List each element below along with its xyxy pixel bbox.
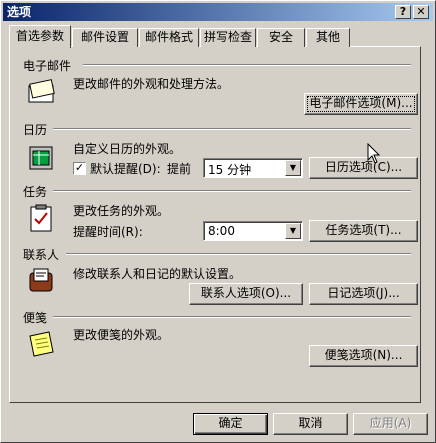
mail-envelope-icon	[28, 79, 55, 103]
contact-options-button[interactable]: 联系人选项(O)...	[189, 283, 303, 305]
calendar-group-title: 日历	[23, 123, 48, 137]
notes-options-button[interactable]: 便笺选项(N)...	[309, 345, 418, 367]
window-title: 选项	[7, 5, 32, 19]
task-options-button[interactable]: 任务选项(T)...	[309, 220, 418, 242]
help-button[interactable]: ?	[395, 5, 411, 19]
email-description: 更改邮件的外观和处理方法。	[73, 77, 230, 91]
notes-group-title: 便笺	[23, 311, 48, 325]
tasks-group-title: 任务	[23, 185, 48, 199]
email-options-button[interactable]: 电子邮件选项(M)...	[304, 93, 418, 115]
ok-button[interactable]: 确定	[193, 413, 268, 435]
ahead-label: 提前	[167, 162, 192, 176]
calendar-options-button[interactable]: 日历选项(C)...	[309, 157, 418, 179]
tasks-separator	[53, 190, 411, 192]
task-time-value: 8:00	[208, 224, 235, 238]
notes-separator	[53, 316, 411, 318]
note-pad-icon	[29, 331, 54, 357]
contacts-group-title: 联系人	[23, 248, 60, 262]
tasks-description: 更改任务的外观。	[73, 204, 170, 218]
reminder-time-value: 15 分钟	[208, 163, 252, 177]
email-group-title: 电子邮件	[23, 59, 72, 73]
task-clipboard-icon	[30, 204, 52, 232]
contacts-separator	[66, 253, 411, 255]
email-separator	[83, 64, 411, 66]
notes-description: 更改便笺的外观。	[73, 328, 170, 342]
tab-mail-setup[interactable]: 邮件设置	[72, 28, 138, 47]
contacts-rolodex-icon	[29, 268, 53, 292]
contacts-description: 修改联系人和日记的默认设置。	[73, 267, 242, 281]
task-time-select[interactable]: 8:00 ▼	[203, 221, 303, 241]
chevron-down-icon[interactable]: ▼	[285, 160, 301, 176]
reminder-time-select[interactable]: 15 分钟 ▼	[203, 158, 303, 178]
calendar-separator	[53, 128, 411, 130]
tab-security[interactable]: 安全	[257, 28, 305, 47]
tab-preferences[interactable]: 首选参数	[9, 25, 71, 48]
mouse-cursor-icon	[367, 143, 381, 164]
reminder-time-label: 提醒时间(R):	[73, 225, 143, 239]
default-reminder-checkbox[interactable]: ✓	[73, 162, 86, 175]
calendar-icon	[29, 146, 53, 170]
title-bar: 选项 ? ✕	[3, 3, 433, 21]
tab-spelling[interactable]: 拼写检查	[200, 28, 256, 47]
chevron-down-icon[interactable]: ▼	[285, 223, 301, 239]
tab-mail-format[interactable]: 邮件格式	[139, 28, 199, 47]
default-reminder-label: 默认提醒(D):	[90, 162, 161, 176]
tab-other[interactable]: 其他	[306, 28, 350, 47]
apply-button[interactable]: 应用(A)	[353, 413, 428, 435]
calendar-description: 自定义日历的外观。	[73, 142, 182, 156]
journal-options-button[interactable]: 日记选项(J)...	[309, 283, 418, 305]
options-dialog: 选项 ? ✕ 首选参数 邮件设置 邮件格式 拼写检查 安全 其他 电子邮件 更改…	[0, 0, 436, 443]
close-button[interactable]: ✕	[413, 5, 429, 19]
cancel-button[interactable]: 取消	[273, 413, 348, 435]
